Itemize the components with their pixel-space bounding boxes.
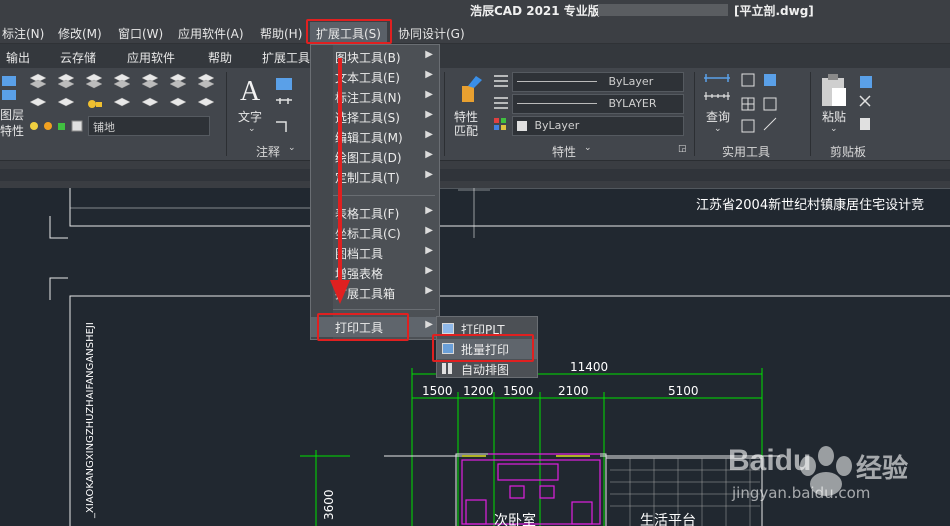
tab-output[interactable]: 输出 xyxy=(6,49,30,66)
blurred-region xyxy=(598,4,728,16)
watermark-brand-cn: 经验 xyxy=(856,454,909,484)
dimension-5: 5100 xyxy=(668,384,699,398)
submenu-arrow-icon: ▶ xyxy=(425,285,433,296)
panel-separator xyxy=(810,72,811,156)
tab-applications[interactable]: 应用软件 xyxy=(127,49,175,66)
lineweight-dropdown[interactable]: ByLayer xyxy=(512,116,684,136)
menu-applications[interactable]: 应用软件(A) xyxy=(178,25,244,42)
baidu-jingyan-watermark: Baidu 经验 jingyan.baidu.com xyxy=(728,426,950,526)
menu-annotate[interactable]: 标注(N) xyxy=(2,25,44,42)
query-label[interactable]: 查询 xyxy=(706,108,730,125)
dimension-4: 2100 xyxy=(558,384,589,398)
submenu-arrow-icon: ▶ xyxy=(425,69,433,80)
room-label-bedroom: 次卧室 xyxy=(494,513,536,526)
layer-label-top[interactable]: 图层 xyxy=(0,106,24,123)
linetype-dropdown[interactable]: BYLAYER xyxy=(512,94,684,114)
submenu-arrow-icon: ▶ xyxy=(425,109,433,120)
chevron-down-icon: ⌄ xyxy=(830,124,838,134)
menu-bar: 标注(N) 修改(M) 窗口(W) 应用软件(A) 帮助(H) 扩展工具(S) … xyxy=(0,20,950,45)
menu-collaborative-design[interactable]: 协同设计(G) xyxy=(398,25,465,42)
utility-tool-icons[interactable] xyxy=(740,72,800,136)
match-properties-icon[interactable] xyxy=(452,74,486,108)
panel-separator xyxy=(694,72,695,156)
chevron-down-icon: ⌄ xyxy=(288,143,296,153)
menu-item-auto-layout[interactable]: 自动排图 xyxy=(437,359,537,379)
dimension-tool-icons[interactable] xyxy=(272,76,308,136)
layer-dropdown[interactable]: 铺地 xyxy=(88,116,210,136)
drawing-vertical-text: _XIAOKANGXINGZHUZHAIFANGANSHEJI xyxy=(85,322,96,518)
room-label-platform: 生活平台 xyxy=(640,513,696,526)
panel-title-clipboard[interactable]: 剪贴板 xyxy=(830,143,866,160)
menu-separator xyxy=(333,309,435,310)
chevron-down-icon: ⌄ xyxy=(584,143,592,153)
submenu-arrow-icon: ▶ xyxy=(425,49,433,60)
dimension-1: 1500 xyxy=(422,384,453,398)
tab-help[interactable]: 帮助 xyxy=(208,49,232,66)
paste-label[interactable]: 粘贴 xyxy=(822,108,846,125)
submenu-arrow-icon: ▶ xyxy=(425,169,433,180)
clipboard-icons[interactable] xyxy=(818,72,878,136)
expand-panel-icon[interactable]: ◲ xyxy=(678,144,687,154)
watermark-brand: Baidu xyxy=(728,444,812,477)
layer-state-icons[interactable] xyxy=(28,118,90,134)
drawing-header-text: 江苏省2004新世纪村镇康居住宅设计竞 xyxy=(696,198,925,213)
tab-cloud-storage[interactable]: 云存储 xyxy=(60,49,96,66)
menu-modify[interactable]: 修改(M) xyxy=(58,25,102,42)
file-tab-track xyxy=(0,169,950,181)
lineweight-value: ByLayer xyxy=(534,119,580,132)
linetype-value: BYLAYER xyxy=(608,97,657,110)
file-tab-strip xyxy=(0,160,950,188)
layout-grid-icon xyxy=(442,363,454,374)
submenu-arrow-icon: ▶ xyxy=(425,265,433,276)
layer-label-bottom[interactable]: 特性 xyxy=(0,122,24,139)
panel-separator xyxy=(444,72,445,156)
menu-item-label: 自动排图 xyxy=(461,363,510,377)
submenu-arrow-icon: ▶ xyxy=(425,319,433,330)
submenu-arrow-icon: ▶ xyxy=(425,205,433,216)
panel-title-utilities[interactable]: 实用工具 xyxy=(722,143,770,160)
submenu-arrow-icon: ▶ xyxy=(425,149,433,160)
panel-separator xyxy=(226,72,227,156)
file-name: [平立剖.dwg] xyxy=(734,4,814,18)
panel-title-annotation[interactable]: 注释 xyxy=(256,143,280,160)
submenu-arrow-icon: ▶ xyxy=(425,225,433,236)
query-icon[interactable] xyxy=(702,72,732,106)
dimension-3: 1500 xyxy=(503,384,534,398)
property-list-icons[interactable] xyxy=(492,72,512,134)
submenu-arrow-icon: ▶ xyxy=(425,89,433,100)
dimension-vertical: 3600 xyxy=(322,489,336,520)
tab-extension-tools[interactable]: 扩展工具 xyxy=(262,49,310,66)
color-value: ByLayer xyxy=(608,75,654,88)
text-tool-label[interactable]: 文字 xyxy=(238,108,262,125)
highlight-box-batch-print xyxy=(432,334,534,362)
panel-title-properties[interactable]: 特性 xyxy=(552,143,576,160)
ribbon-tabs: 输出 云存储 应用软件 帮助 扩展工具 xyxy=(0,44,950,68)
match-label-bottom[interactable]: 匹配 xyxy=(454,122,478,139)
color-dropdown[interactable]: ByLayer xyxy=(512,72,684,92)
submenu-arrow-icon: ▶ xyxy=(425,245,433,256)
watermark-url: jingyan.baidu.com xyxy=(732,484,871,502)
app-title: 浩辰CAD 2021 专业版 xyxy=(470,4,600,18)
highlight-box-print-tools xyxy=(317,313,409,341)
dimension-total: 11400 xyxy=(570,360,609,374)
dimension-2: 1200 xyxy=(463,384,494,398)
text-tool-icon[interactable]: A xyxy=(240,76,260,108)
red-arrow-annotation xyxy=(330,58,350,304)
menu-help[interactable]: 帮助(H) xyxy=(260,25,302,42)
title-bar: 浩辰CAD 2021 专业版 [平立剖.dwg] xyxy=(0,0,950,20)
chevron-down-icon: ⌄ xyxy=(248,124,256,134)
chevron-down-icon: ⌄ xyxy=(714,124,722,134)
highlight-box-extension-menu xyxy=(306,19,392,44)
submenu-arrow-icon: ▶ xyxy=(425,129,433,140)
printer-icon xyxy=(442,323,454,334)
menu-window[interactable]: 窗口(W) xyxy=(118,25,163,42)
